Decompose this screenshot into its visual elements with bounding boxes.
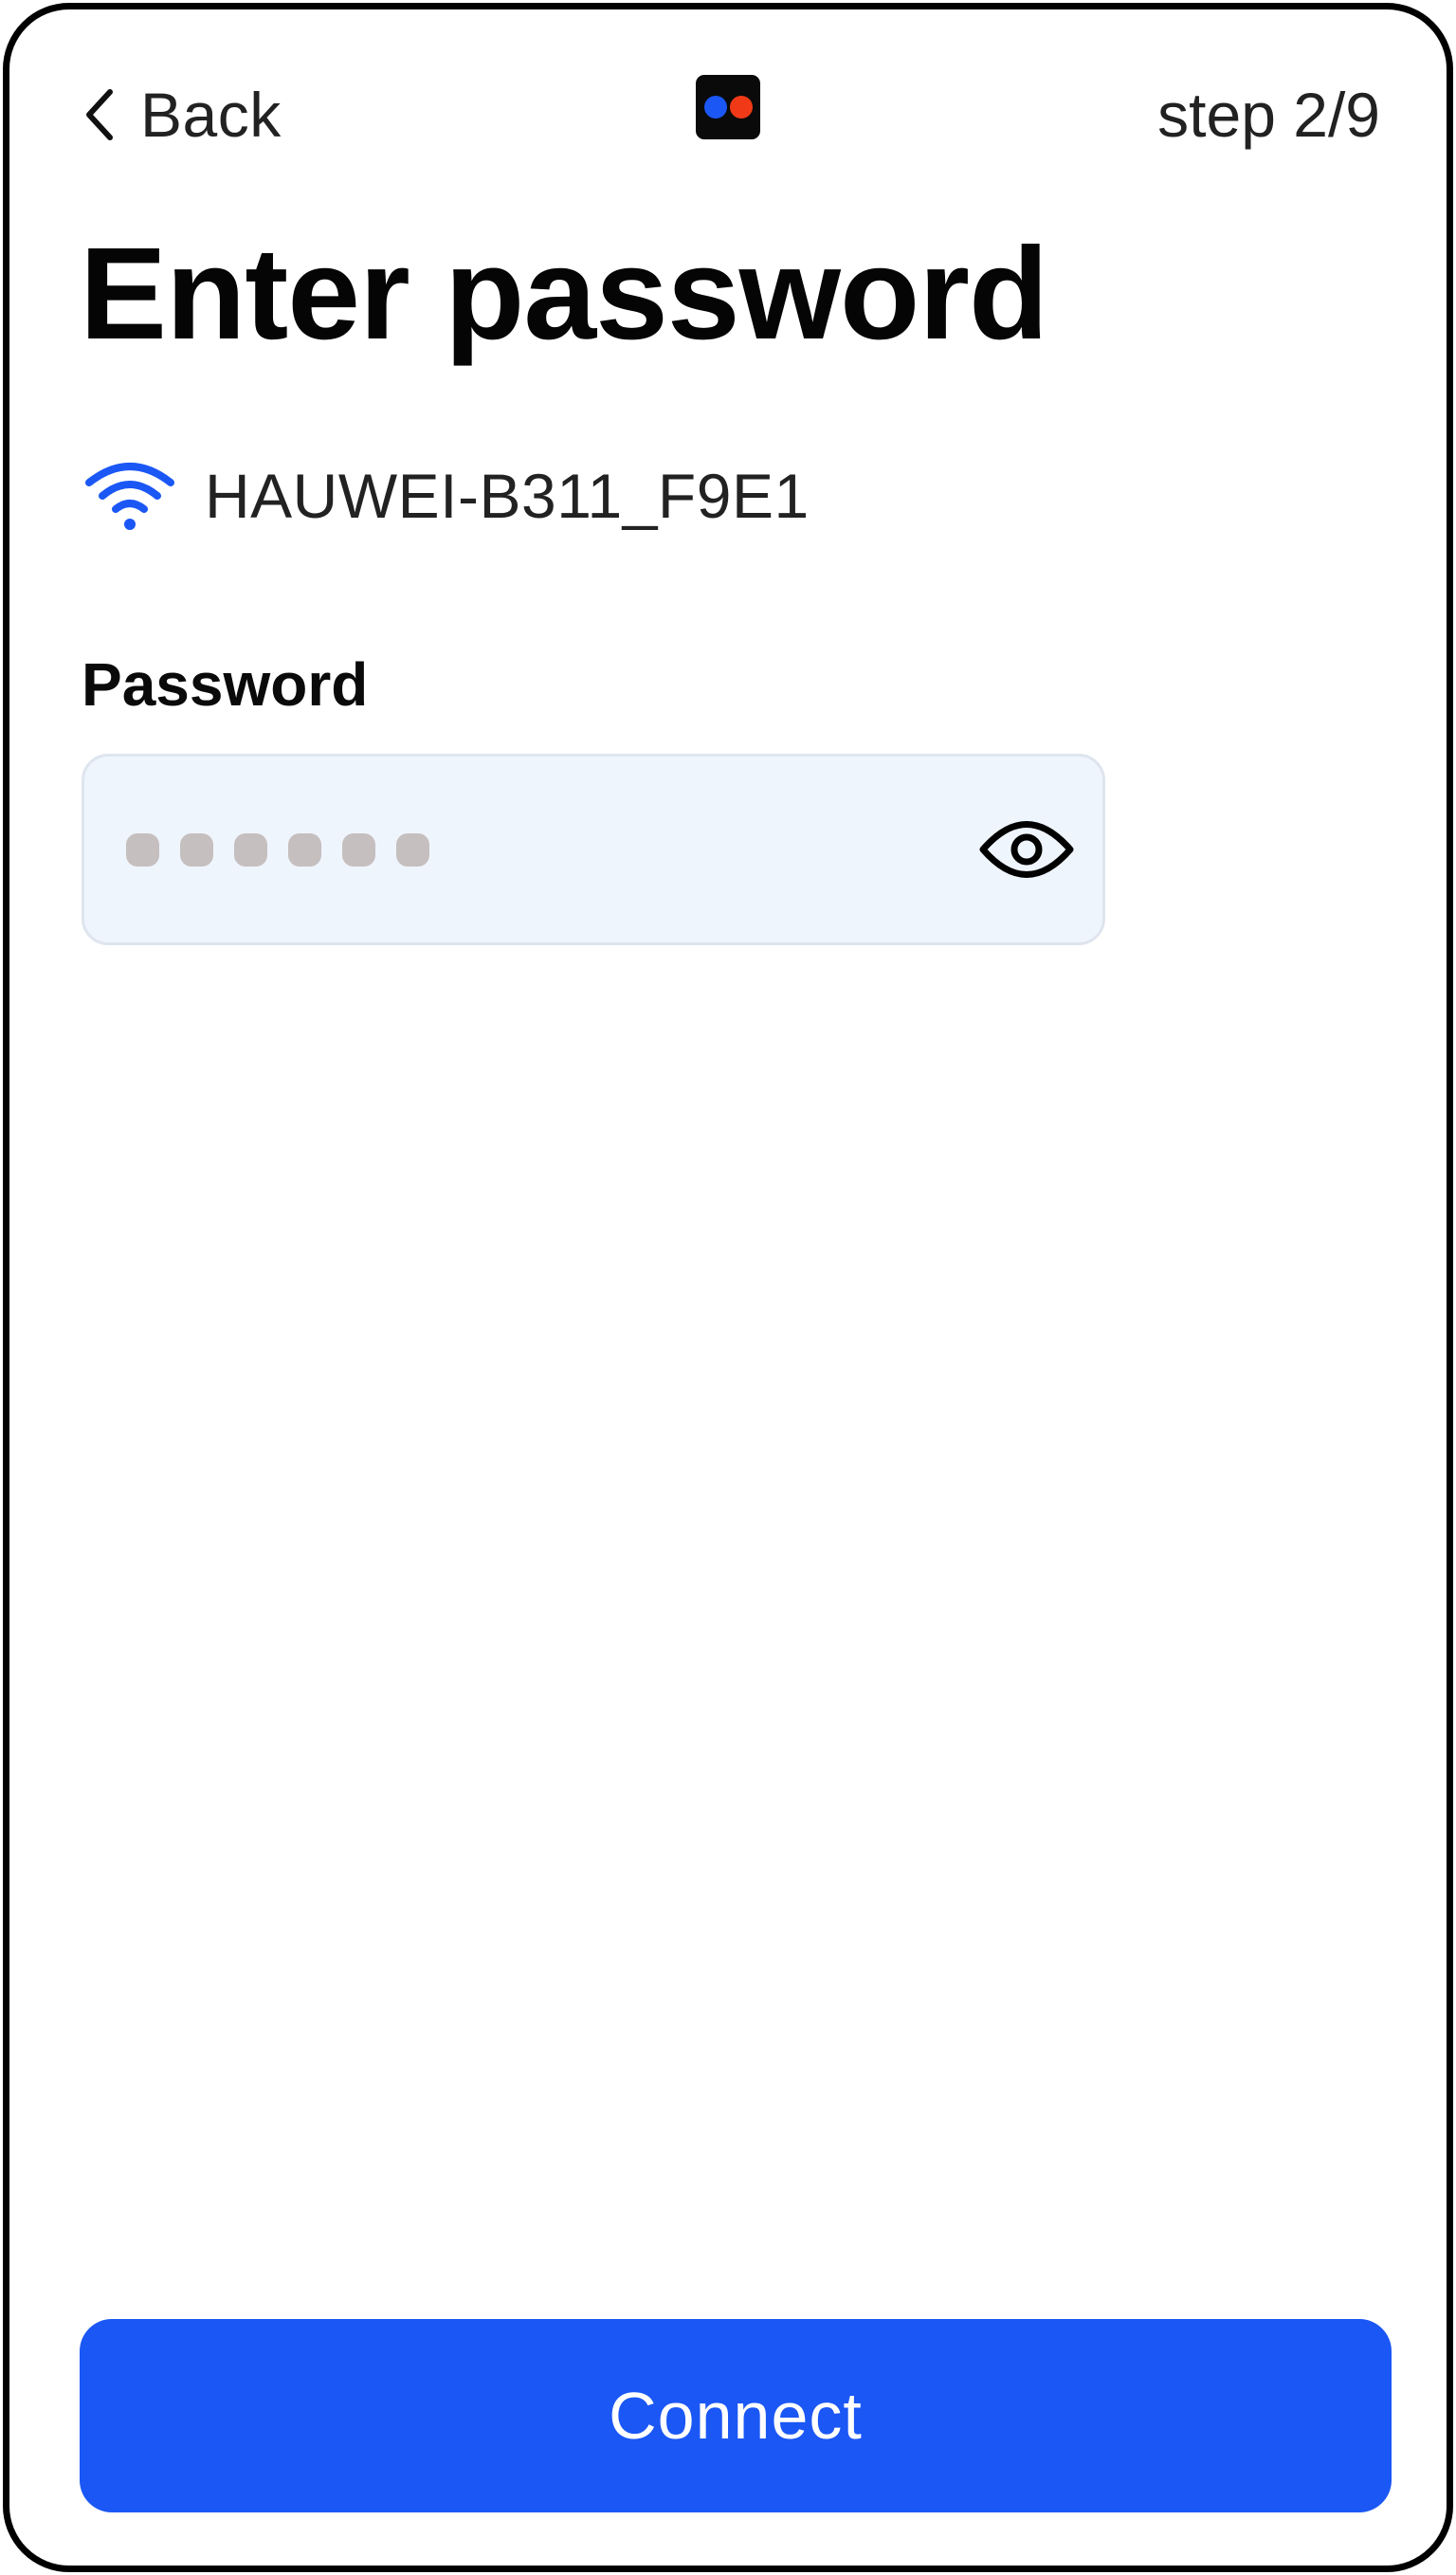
eye-icon[interactable]	[979, 816, 1074, 883]
password-mask-dot	[126, 832, 159, 867]
phone-frame: Back step 2/9 Enter password HAUWEI-B311…	[3, 3, 1453, 2572]
password-mask-dot	[234, 832, 267, 867]
password-mask-dot	[342, 832, 375, 867]
chevron-left-icon	[83, 88, 116, 141]
logo-dot-blue	[703, 96, 727, 119]
password-input[interactable]	[82, 754, 1105, 945]
network-row: HAUWEI-B311_F9E1	[83, 453, 810, 539]
page-title: Enter password	[80, 221, 1048, 367]
step-indicator: step 2/9	[1157, 80, 1380, 150]
back-label: Back	[140, 80, 282, 150]
password-masked-value	[126, 832, 979, 867]
password-mask-dot	[396, 832, 429, 867]
password-label: Password	[82, 650, 369, 719]
app-logo-icon	[696, 75, 760, 139]
password-mask-dot	[288, 832, 321, 867]
logo-dot-red	[729, 96, 753, 119]
connect-button[interactable]: Connect	[80, 2319, 1392, 2512]
wifi-icon	[83, 458, 176, 534]
network-name: HAUWEI-B311_F9E1	[205, 461, 810, 531]
password-mask-dot	[180, 832, 213, 867]
back-button[interactable]: Back	[83, 72, 282, 157]
